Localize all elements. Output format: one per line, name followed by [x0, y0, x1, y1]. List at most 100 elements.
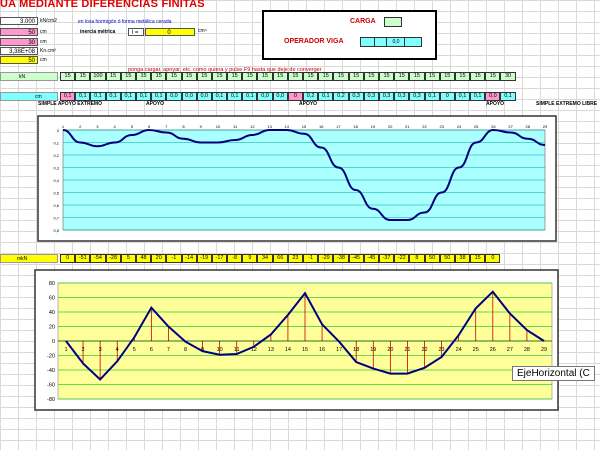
deflection-cell[interactable]: 0,1 [211, 92, 228, 101]
moment-cell[interactable]: -19 [196, 254, 212, 263]
load-cell[interactable]: 15 [227, 72, 243, 81]
load-cell[interactable]: 15 [151, 72, 167, 81]
load-cell[interactable]: 15 [242, 72, 258, 81]
deflection-cell[interactable]: 0,1 [227, 92, 243, 101]
deflection-cell[interactable]: 0 [439, 92, 455, 101]
load-cell[interactable]: 15 [105, 72, 121, 81]
v2-cell[interactable]: 30 [0, 38, 38, 46]
load-cell[interactable]: 15 [303, 72, 319, 81]
load-cell[interactable]: 15 [439, 72, 455, 81]
load-cell[interactable]: 15 [454, 72, 471, 81]
moment-cell[interactable]: -45 [348, 254, 364, 263]
deflection-chart[interactable]: 00,10,20,30,40,50,60,70,81 2 3 4 5 6 7 8 9 10 11 12… [37, 115, 557, 242]
load-cell[interactable]: 15 [318, 72, 334, 81]
moment-cell[interactable]: -29 [318, 254, 334, 263]
moment-cell[interactable]: -1 [303, 254, 319, 263]
load-cell[interactable]: 15 [135, 72, 152, 81]
deflection-cell[interactable]: 0,0 [257, 92, 273, 101]
load-cell[interactable]: 100 [90, 72, 106, 81]
inercia-value-cell[interactable]: 0 [145, 28, 195, 36]
deflection-cell[interactable]: 0,1 [424, 92, 440, 101]
deflection-cell[interactable]: 0,0 [272, 92, 288, 101]
moment-cell[interactable]: 8 [409, 254, 425, 263]
load-cell[interactable]: 15 [120, 72, 136, 81]
deflection-cell[interactable]: 0,1 [454, 92, 471, 101]
deflection-cell[interactable]: 0,3 [394, 92, 410, 101]
v1-cell[interactable]: 50 [0, 28, 38, 36]
deflection-cell[interactable]: 0,3 [409, 92, 425, 101]
moment-cell[interactable]: 15 [470, 254, 486, 263]
load-cell[interactable]: 15 [75, 72, 91, 81]
deflection-cell[interactable]: 0,1 [470, 92, 486, 101]
deflection-cell[interactable]: 0,1 [242, 92, 258, 101]
moment-cell[interactable]: -22 [394, 254, 410, 263]
moment-cell[interactable]: 23 [287, 254, 303, 263]
load-cell[interactable]: 15 [181, 72, 197, 81]
moment-cell[interactable]: 66 [272, 254, 288, 263]
deflection-cell[interactable]: 0,0 [181, 92, 197, 101]
moment-cell[interactable]: 38 [454, 254, 471, 263]
load-cell[interactable]: 15 [409, 72, 425, 81]
deflection-cell[interactable]: 0,2 [333, 92, 349, 101]
moment-cell[interactable]: 9 [242, 254, 258, 263]
moment-cell[interactable]: -14 [181, 254, 197, 263]
load-cell[interactable]: 15 [485, 72, 501, 81]
carga-cell[interactable] [384, 17, 402, 27]
deflection-cell[interactable]: 0,1 [120, 92, 136, 101]
load-cell[interactable]: 15 [394, 72, 410, 81]
moment-cell[interactable]: 34 [257, 254, 273, 263]
moment-cell[interactable]: -1 [166, 254, 182, 263]
load-cell[interactable]: 15 [470, 72, 486, 81]
load-cell[interactable]: 15 [348, 72, 364, 81]
deflection-cell[interactable]: 0,3 [348, 92, 364, 101]
v3-cell[interactable]: 50 [0, 56, 38, 64]
e-value-cell[interactable]: 3.000 [0, 17, 38, 25]
moment-cell[interactable]: 20 [151, 254, 167, 263]
load-cell[interactable]: 15 [257, 72, 273, 81]
deflection-cell[interactable]: 0,3 [363, 92, 379, 101]
deflection-cell[interactable]: 0,0 [485, 92, 501, 101]
deflection-cell[interactable]: 0,1 [105, 92, 121, 101]
deflection-cell[interactable]: 0 [287, 92, 303, 101]
load-cell[interactable]: 15 [333, 72, 349, 81]
load-cell[interactable]: 15 [424, 72, 440, 81]
moment-cell[interactable]: 50 [439, 254, 455, 263]
moment-chart[interactable]: 806040200-20-40-60-801 2 3 4 5 6 7 8 9 10 11 12 13 14… [34, 269, 559, 411]
deflection-cell[interactable]: 0,1 [75, 92, 91, 101]
load-cell[interactable]: 15 [196, 72, 212, 81]
moment-cell[interactable]: -17 [211, 254, 228, 263]
moment-cell[interactable]: -45 [363, 254, 379, 263]
moment-cell[interactable]: 0 [60, 254, 76, 263]
load-cell[interactable]: 15 [378, 72, 395, 81]
deflection-cell[interactable]: 0,1 [135, 92, 152, 101]
moment-cell[interactable]: 48 [135, 254, 152, 263]
deflection-cell[interactable]: 0,1 [60, 92, 76, 101]
moment-cell[interactable]: -28 [105, 254, 121, 263]
moment-cell[interactable]: -8 [227, 254, 243, 263]
operador-value[interactable]: 0,0 [386, 37, 406, 47]
moment-cell[interactable]: -38 [333, 254, 349, 263]
deflection-cell[interactable]: 0,0 [166, 92, 182, 101]
deflection-cell[interactable]: 0,2 [303, 92, 319, 101]
load-cell[interactable]: 15 [272, 72, 288, 81]
load-cell[interactable]: 15 [287, 72, 303, 81]
deflection-cell[interactable]: 0,1 [318, 92, 334, 101]
deflection-cell[interactable]: 0,3 [378, 92, 395, 101]
load-cell[interactable]: 15 [363, 72, 379, 81]
moment-cell[interactable]: 5 [120, 254, 136, 263]
load-cell[interactable]: 30 [500, 72, 516, 81]
deflection-cell[interactable]: 0,0 [196, 92, 212, 101]
moment-cell[interactable]: -51 [75, 254, 91, 263]
deflection-cell[interactable]: 0,1 [500, 92, 516, 101]
ei-cell[interactable]: 3,38E+08 [0, 47, 38, 55]
moment-cell[interactable]: 0 [485, 254, 501, 263]
moment-cell[interactable]: -37 [378, 254, 395, 263]
deflection-cell[interactable]: 0,1 [90, 92, 106, 101]
load-cell[interactable]: 15 [60, 72, 76, 81]
operador-cell-c[interactable] [404, 37, 422, 47]
moment-cell[interactable]: 50 [424, 254, 440, 263]
load-cell[interactable]: 15 [211, 72, 228, 81]
moment-cell[interactable]: -54 [90, 254, 106, 263]
load-cell[interactable]: 15 [166, 72, 182, 81]
deflection-cell[interactable]: 0,1 [151, 92, 167, 101]
